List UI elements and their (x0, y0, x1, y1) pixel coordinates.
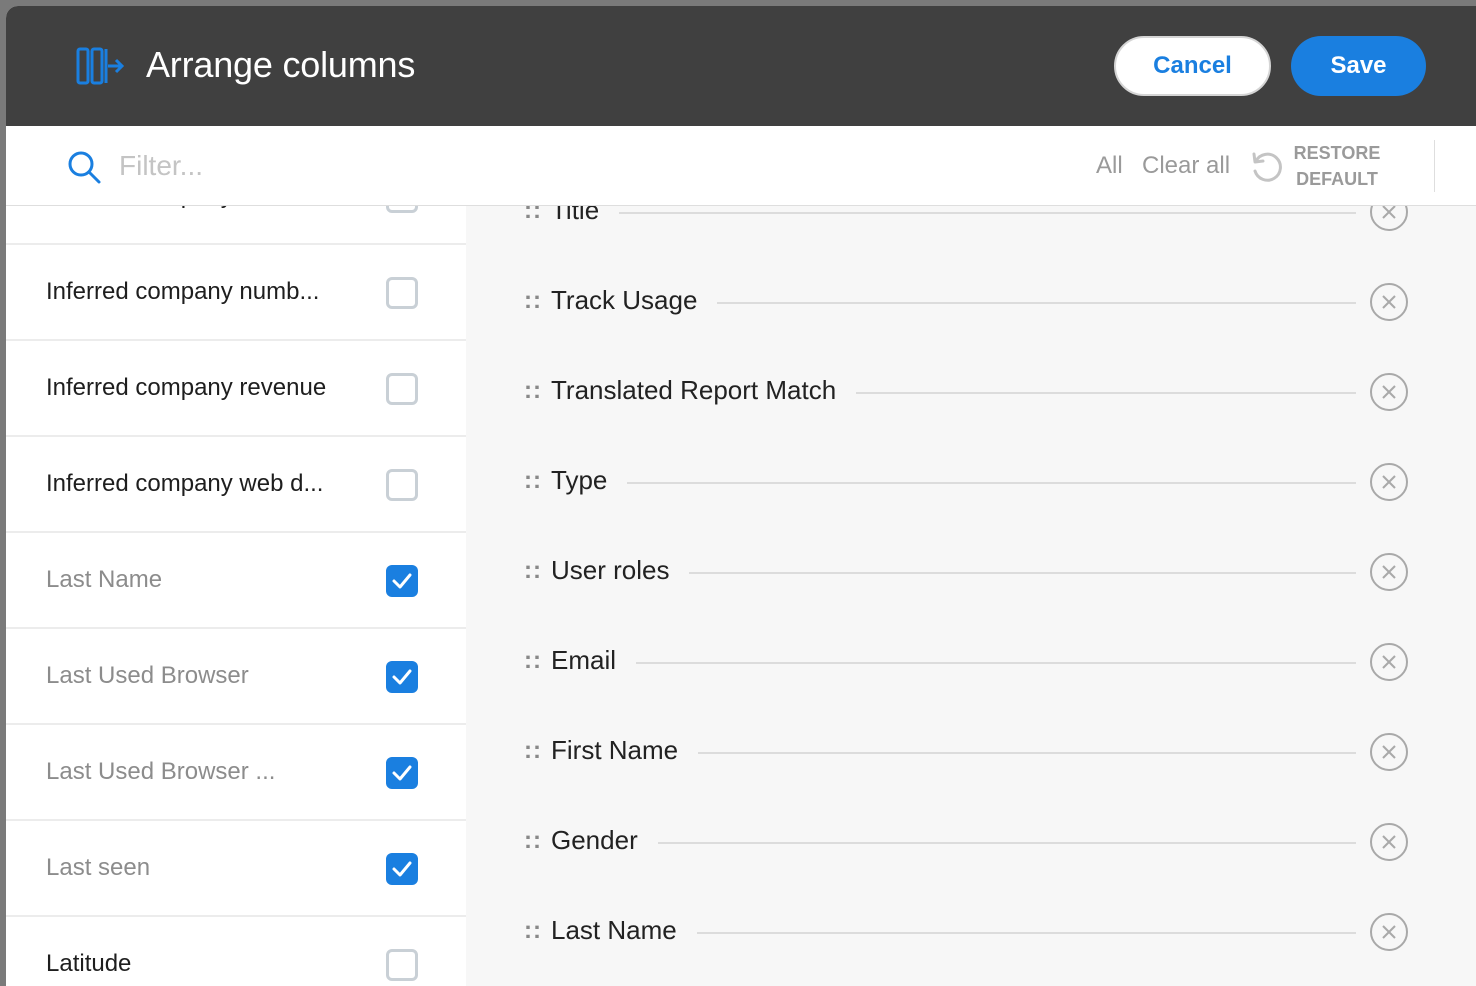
column-checkbox[interactable] (386, 661, 418, 693)
checkmark-icon (392, 573, 412, 589)
selected-column-row[interactable]: :: First Name (466, 707, 1476, 797)
column-label: Latitude (46, 950, 132, 977)
column-checkbox[interactable] (386, 949, 418, 981)
selected-column-row[interactable]: :: Translated Report Match (466, 347, 1476, 437)
column-name: Title (551, 206, 620, 226)
remove-column-button[interactable] (1370, 373, 1408, 411)
close-icon (1382, 745, 1396, 759)
selected-column-row[interactable]: :: Email (466, 617, 1476, 707)
column-label: Inferred company web d... (46, 470, 324, 497)
remove-column-button[interactable] (1370, 553, 1408, 591)
available-column-row[interactable]: Inferred company revenue (6, 341, 466, 437)
remove-column-button[interactable] (1370, 283, 1408, 321)
column-label: Last Used Browser (46, 662, 249, 689)
filter-bar: All Clear all RESTORE DEFAULT (6, 126, 1476, 206)
row-divider-line (556, 842, 1356, 844)
column-checkbox[interactable] (386, 757, 418, 789)
filter-input[interactable] (119, 144, 819, 188)
available-column-row[interactable]: Last Name (6, 533, 466, 629)
available-column-row[interactable]: Last Used Browser (6, 629, 466, 725)
column-name: Translated Report Match (551, 375, 857, 406)
arrange-columns-dialog: Arrange columns Cancel Save All Clear al… (6, 6, 1476, 986)
close-icon (1382, 565, 1396, 579)
selected-column-row[interactable]: :: Type (466, 437, 1476, 527)
column-name: Last Name (551, 915, 697, 946)
selected-columns-list[interactable]: :: Title:: Track Usage:: Translated Report … (466, 206, 1476, 986)
column-label: Inferred company revenue (46, 374, 327, 401)
drag-handle-icon[interactable]: :: (524, 287, 542, 315)
column-checkbox[interactable] (386, 469, 418, 501)
available-columns-list[interactable]: Inferred company name Inferred company nu… (6, 206, 466, 986)
remove-column-button[interactable] (1370, 643, 1408, 681)
row-divider-line (556, 212, 1356, 214)
close-icon (1382, 925, 1396, 939)
remove-column-button[interactable] (1370, 206, 1408, 231)
selected-column-row[interactable]: :: Title (466, 206, 1476, 257)
restore-default-button[interactable]: RESTORE DEFAULT (1292, 140, 1382, 192)
column-label: Last seen (46, 854, 151, 881)
selected-column-row[interactable]: :: Track Usage (466, 257, 1476, 347)
available-column-row[interactable]: Inferred company name (6, 206, 466, 245)
column-name: Gender (551, 825, 658, 856)
column-name: Email (551, 645, 637, 676)
close-icon (1382, 206, 1396, 219)
restore-label-line1: RESTORE (1293, 143, 1381, 163)
column-checkbox[interactable] (386, 373, 418, 405)
dialog-title: Arrange columns (146, 44, 416, 85)
available-column-row[interactable]: Last Used Browser ... (6, 725, 466, 821)
available-column-row[interactable]: Last seen (6, 821, 466, 917)
checkmark-icon (392, 765, 412, 781)
drag-handle-icon[interactable]: :: (524, 917, 542, 945)
selected-column-row[interactable]: :: User roles (466, 527, 1476, 617)
close-icon (1382, 295, 1396, 309)
search-icon (68, 151, 101, 184)
available-column-row[interactable]: Inferred company numb... (6, 245, 466, 341)
drag-handle-icon[interactable]: :: (524, 377, 542, 405)
drag-handle-icon[interactable]: :: (524, 827, 542, 855)
available-column-row[interactable]: Inferred company web d... (6, 437, 466, 533)
remove-column-button[interactable] (1370, 463, 1408, 501)
save-button[interactable]: Save (1291, 36, 1426, 96)
drag-handle-icon[interactable]: :: (524, 467, 542, 495)
column-checkbox[interactable] (386, 206, 418, 213)
close-icon (1382, 385, 1396, 399)
close-icon (1382, 835, 1396, 849)
filter-divider (1434, 140, 1435, 192)
column-checkbox[interactable] (386, 565, 418, 597)
clear-all-link[interactable]: Clear all (1142, 152, 1230, 180)
column-name: First Name (551, 735, 699, 766)
column-label: Last Name (46, 566, 163, 593)
column-label: Inferred company name (46, 206, 299, 210)
drag-handle-icon[interactable]: :: (524, 557, 542, 585)
close-icon (1382, 475, 1396, 489)
drag-handle-icon[interactable]: :: (524, 647, 542, 675)
remove-column-button[interactable] (1370, 733, 1408, 771)
row-divider-line (556, 482, 1356, 484)
remove-column-button[interactable] (1370, 913, 1408, 951)
column-name: Type (551, 465, 628, 496)
column-name: Track Usage (551, 285, 718, 316)
column-checkbox[interactable] (386, 277, 418, 309)
checkmark-icon (392, 669, 412, 685)
select-all-link[interactable]: All (1096, 152, 1123, 180)
selected-column-row[interactable]: :: Last Name (466, 887, 1476, 977)
close-icon (1382, 655, 1396, 669)
arrange-columns-icon (76, 46, 125, 86)
restore-label-line2: DEFAULT (1296, 169, 1378, 189)
column-name: User roles (551, 555, 690, 586)
column-label: Inferred company numb... (46, 278, 320, 305)
selected-column-row[interactable]: :: Gender (466, 797, 1476, 887)
row-divider-line (556, 662, 1356, 664)
checkmark-icon (392, 861, 412, 877)
column-label: Last Used Browser ... (46, 758, 276, 785)
dialog-header: Arrange columns Cancel Save (6, 6, 1476, 126)
drag-handle-icon[interactable]: :: (524, 206, 542, 225)
restore-icon[interactable] (1248, 149, 1284, 185)
available-column-row[interactable]: Latitude (6, 917, 466, 986)
cancel-button[interactable]: Cancel (1114, 36, 1271, 96)
remove-column-button[interactable] (1370, 823, 1408, 861)
column-checkbox[interactable] (386, 853, 418, 885)
drag-handle-icon[interactable]: :: (524, 737, 542, 765)
